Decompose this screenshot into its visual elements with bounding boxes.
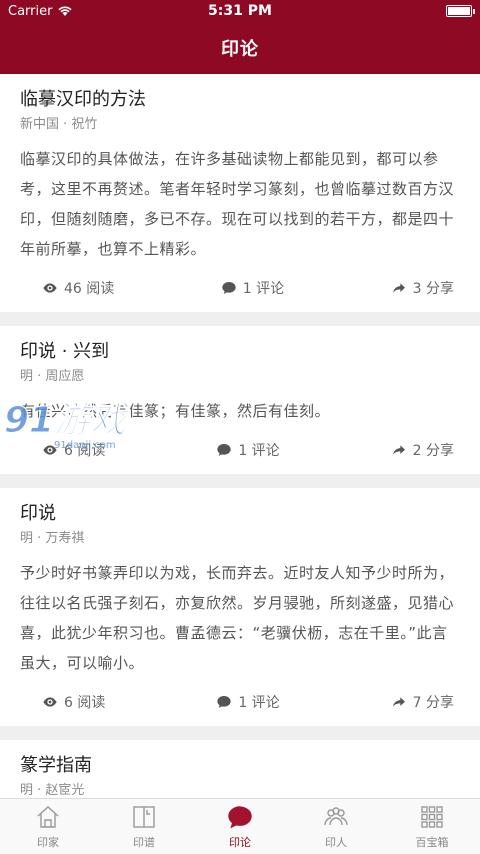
status-time: 5:31 PM [208,3,272,19]
article-excerpt[interactable]: 予少时好书篆弄印以为戏，长而弃去。近时友人知予少时所为，往往以名氏强子刻石，亦复… [20,558,460,678]
battery-icon [445,5,475,17]
nav-title: 印论 [221,39,259,60]
share-count-label: 7 分享 [412,695,454,711]
home-icon [37,806,59,828]
share-count-label: 3 分享 [412,281,454,297]
article-title[interactable]: 临摹汉印的方法 [20,74,460,112]
tab-yinren[interactable]: 印人 [288,799,384,854]
top-bar: Carrier 5:31 PM 印论 [0,0,480,74]
wifi-icon [58,6,73,16]
share-icon [392,445,405,455]
article-actions: 6 阅读 1 评论 7 分享 [20,678,460,726]
book-icon [133,806,155,828]
article-feed[interactable]: 临摹汉印的方法 新中国 · 祝竹 临摹汉印的具体做法，在许多基础读物上都能见到，… [0,74,480,798]
article-meta: 明 · 万寿祺 [20,531,85,546]
article-meta: 新中国 · 祝竹 [20,117,98,132]
status-bar: Carrier 5:31 PM [0,0,480,22]
tab-label: 印人 [325,836,347,849]
grid-icon [421,806,443,828]
article-excerpt[interactable]: 有佳兴，然后有佳篆；有佳篆，然后有佳刻。 [20,396,460,426]
tab-yinjia[interactable]: 印家 [0,799,96,854]
tab-baibaoxiang[interactable]: 百宝箱 [384,799,480,854]
article-card[interactable]: 临摹汉印的方法 新中国 · 祝竹 临摹汉印的具体做法，在许多基础读物上都能见到，… [0,74,480,312]
article-title[interactable]: 印说 · 兴到 [20,326,460,364]
chat-bubble-icon [228,806,252,829]
comment-icon [222,282,236,294]
share-button[interactable]: 2 分享 [391,440,454,460]
share-button[interactable]: 3 分享 [391,278,454,298]
article-actions: 46 阅读 1 评论 3 分享 [20,264,460,312]
eye-icon [43,283,57,293]
tab-label: 印谱 [133,836,155,849]
share-count-label: 2 分享 [412,443,454,459]
tab-label: 印家 [37,836,59,849]
comment-icon [217,444,231,456]
comment-button[interactable]: 1 评论 [216,692,280,712]
comment-count-label: 1 评论 [242,281,285,297]
tab-bar: 印家 印谱 印论 印人 百宝箱 [0,798,480,854]
share-button[interactable]: 7 分享 [391,692,454,712]
article-meta: 明 · 周应愿 [20,369,85,384]
eye-icon [43,445,57,455]
article-card[interactable]: 印说 明 · 万寿祺 予少时好书篆弄印以为戏，长而弃去。近时友人知予少时所为，往… [0,488,480,726]
article-actions: 6 阅读 1 评论 2 分享 [20,426,460,474]
read-count: 6 阅读 [42,692,105,712]
comment-count-label: 1 评论 [238,695,280,711]
read-count-label: 46 阅读 [64,281,115,297]
article-card[interactable]: 篆学指南 明 · 赵宧光 [0,740,480,798]
share-icon [392,697,405,707]
share-icon [392,283,405,293]
article-title[interactable]: 印说 [20,488,460,526]
read-count: 6 阅读 [42,440,105,460]
comment-count-label: 1 评论 [238,443,280,459]
carrier-label: Carrier [8,3,53,19]
tab-label: 百宝箱 [415,836,449,849]
comment-button[interactable]: 1 评论 [216,440,280,460]
article-meta: 明 · 赵宧光 [20,783,85,798]
read-count-label: 6 阅读 [64,695,106,711]
tab-yinpu[interactable]: 印谱 [96,799,192,854]
tab-label: 印论 [229,836,251,849]
eye-icon [43,697,57,707]
read-count-label: 6 阅读 [64,443,106,459]
article-excerpt[interactable]: 临摹汉印的具体做法，在许多基础读物上都能见到，都可以参考，这里不再赘述。笔者年轻… [20,144,460,264]
tab-yinlun[interactable]: 印论 [192,799,288,854]
comment-icon [217,696,231,708]
article-title[interactable]: 篆学指南 [20,740,460,778]
people-icon [324,807,348,826]
comment-button[interactable]: 1 评论 [221,278,284,298]
read-count: 46 阅读 [42,278,114,298]
article-card[interactable]: 印说 · 兴到 明 · 周应愿 有佳兴，然后有佳篆；有佳篆，然后有佳刻。 6 阅… [0,326,480,474]
